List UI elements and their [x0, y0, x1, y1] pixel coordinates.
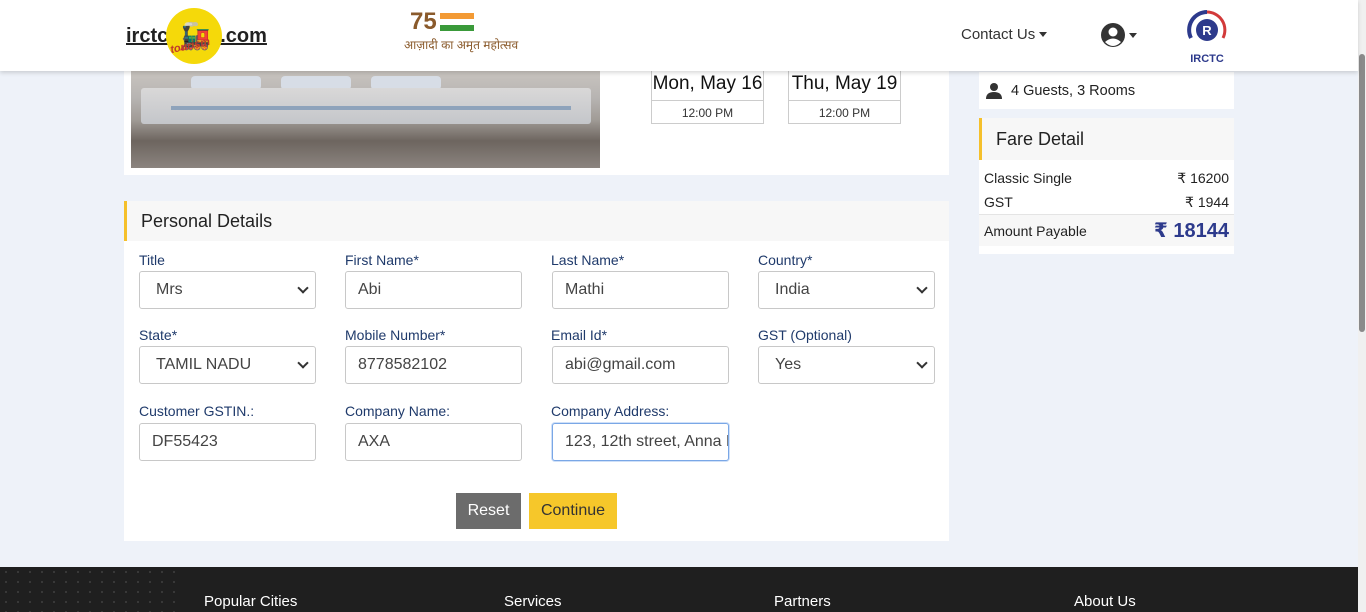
chevron-down-icon — [916, 357, 928, 369]
fare-detail-card: Fare Detail Classic Single ₹ 16200 GST ₹… — [979, 118, 1234, 254]
footer-heading-about-us: About Us — [1074, 593, 1136, 610]
azadi-ka-amrit-mahotsav-logo: 75 आज़ादी का अमृत महोत्सव — [404, 8, 518, 60]
user-icon — [986, 82, 1002, 99]
guests-rooms-summary: 4 Guests, 3 Rooms — [979, 72, 1234, 109]
hotel-room-image — [131, 60, 600, 168]
irctc-logo[interactable]: R IRCTC — [1184, 8, 1230, 65]
footer-heading-partners: Partners — [774, 593, 831, 610]
footer-heading-services: Services — [504, 593, 562, 610]
logo-text-right: .com — [220, 24, 267, 47]
top-header: irctc 🚂 tourism .com 75 आज़ादी का अमृत म… — [0, 0, 1358, 71]
svg-text:R: R — [1202, 23, 1212, 38]
irctc-label: IRCTC — [1190, 53, 1224, 65]
checkout-time: 12:00 PM — [818, 106, 871, 120]
guests-rooms-text: 4 Guests, 3 Rooms — [1011, 82, 1136, 99]
first-name-input[interactable]: Abi — [345, 271, 522, 309]
fare-row-value: ₹ 16200 — [1177, 170, 1229, 186]
country-select[interactable]: India — [758, 271, 935, 309]
fare-row: GST ₹ 1944 — [984, 194, 1229, 211]
email-input[interactable]: abi@gmail.com — [552, 346, 729, 384]
company-address-input[interactable]: 123, 12th street, Anna Nagar — [552, 423, 729, 461]
first-name-label: First Name* — [345, 252, 419, 268]
checkin-date: Mon, May 16 — [652, 69, 763, 101]
scrollbar-thumb[interactable] — [1359, 54, 1365, 332]
state-select[interactable]: TAMIL NADU — [139, 346, 316, 384]
email-label: Email Id* — [551, 327, 608, 343]
logo-badge-text: tourism — [169, 35, 212, 57]
fare-row-label: Classic Single — [984, 170, 1072, 186]
last-name-label: Last Name* — [551, 252, 625, 268]
gst-label: GST (Optional) — [758, 327, 852, 343]
last-name-input[interactable]: Mathi — [552, 271, 729, 309]
contact-us-label: Contact Us — [961, 26, 1036, 43]
state-label: State* — [139, 327, 178, 343]
checkin-time: 12:00 PM — [681, 106, 734, 120]
company-address-label: Company Address: — [551, 403, 670, 419]
page-scrollbar[interactable] — [1358, 0, 1366, 612]
fare-row-label: GST — [984, 194, 1013, 210]
user-account-dropdown[interactable] — [1100, 22, 1137, 48]
checkout-date: Thu, May 19 — [789, 69, 900, 101]
personal-details-card: Personal Details Title Mrs First Name* A… — [124, 201, 949, 541]
reset-button[interactable]: Reset — [456, 493, 521, 529]
amount-payable-label: Amount Payable — [984, 222, 1087, 239]
irctc-tourism-logo[interactable]: irctc 🚂 tourism .com — [126, 8, 267, 64]
gstin-input[interactable]: DF55423 — [139, 423, 316, 461]
chevron-down-icon — [916, 282, 928, 294]
amount-payable-value: ₹ 18144 — [1153, 220, 1229, 242]
caret-down-icon — [1039, 32, 1048, 37]
checkin-date-box: Mon, May 16 12:00 PM — [651, 68, 764, 124]
title-select[interactable]: Mrs — [139, 271, 316, 309]
company-name-input[interactable]: AXA — [345, 423, 522, 461]
footer-dot-pattern — [0, 567, 180, 612]
fare-detail-title: Fare Detail — [979, 118, 1234, 160]
title-label: Title — [139, 252, 165, 268]
fare-row: Classic Single ₹ 16200 — [984, 170, 1229, 187]
footer-heading-popular-cities: Popular Cities — [204, 593, 298, 610]
azadi-number: 75 — [410, 8, 437, 35]
country-label: Country* — [758, 252, 813, 268]
contact-us-dropdown[interactable]: Contact Us — [961, 26, 1048, 43]
checkout-date-box: Thu, May 19 12:00 PM — [788, 68, 901, 124]
flag-icon — [440, 13, 474, 33]
mobile-input[interactable]: 8778582102 — [345, 346, 522, 384]
caret-down-icon — [1129, 32, 1137, 38]
chevron-down-icon — [297, 282, 309, 294]
user-circle-icon — [1101, 23, 1125, 47]
company-name-label: Company Name: — [345, 403, 451, 419]
personal-details-title: Personal Details — [124, 201, 949, 241]
irctc-emblem-icon: R — [1187, 10, 1227, 41]
gstin-label: Customer GSTIN.: — [139, 403, 255, 419]
hotel-summary-card: Mon, May 16 12:00 PM Thu, May 19 12:00 P… — [124, 60, 949, 175]
train-logo-icon: 🚂 tourism — [166, 8, 223, 64]
chevron-down-icon — [297, 357, 309, 369]
logo-text-left: irctc — [126, 24, 169, 47]
continue-button[interactable]: Continue — [529, 493, 617, 529]
azadi-text: आज़ादी का अमृत महोत्सव — [404, 38, 519, 52]
site-footer: Popular Cities Services Partners About U… — [0, 567, 1358, 612]
amount-payable-row: Amount Payable ₹ 18144 — [979, 214, 1234, 246]
fare-row-value: ₹ 1944 — [1185, 194, 1229, 210]
gst-select[interactable]: Yes — [758, 346, 935, 384]
mobile-label: Mobile Number* — [345, 327, 446, 343]
